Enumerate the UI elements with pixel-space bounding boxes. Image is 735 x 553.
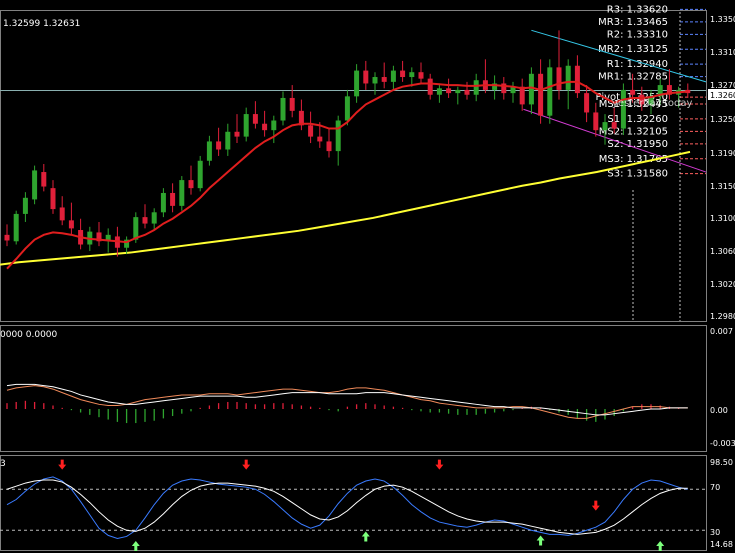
candle-body: [473, 80, 479, 95]
price-tick: 1.3310: [710, 48, 735, 57]
oscillator-header: 3: [0, 459, 6, 469]
candle-body: [381, 77, 387, 82]
candle-body: [197, 160, 203, 189]
candle-body: [565, 65, 571, 90]
pivot-label-ms2: MS2: 1.32105: [599, 126, 668, 137]
price-tick: 1.3100: [710, 214, 735, 223]
candle-body: [436, 88, 442, 95]
candle-body: [556, 67, 562, 90]
candle-body: [170, 192, 176, 206]
chart-canvas: R3: 1.33620MR3: 1.33465R2: 1.33310MR2: 1…: [0, 0, 735, 553]
candle-body: [271, 120, 277, 131]
price-tick: 1.3150: [710, 182, 735, 191]
candle-body: [243, 114, 249, 137]
session-label-today: today: [664, 98, 693, 109]
candle-body: [234, 131, 240, 137]
candle-body: [400, 70, 406, 78]
candle-body: [427, 78, 433, 95]
pivot-label-r1: R1: 1.32940: [607, 59, 668, 70]
candle-body: [528, 73, 534, 105]
candle-body: [584, 93, 590, 113]
candle-body: [390, 70, 396, 82]
macd-tick: 0.00: [710, 406, 728, 415]
candle-body: [574, 65, 580, 94]
price-tick: 1.3270: [710, 81, 735, 90]
candle-body: [446, 88, 452, 94]
candle-body: [630, 89, 636, 95]
bid-ask-readout: 1.32599 1.32631: [3, 19, 80, 29]
candle-body: [22, 197, 28, 214]
pivot-label-r2: R2: 1.33310: [607, 29, 668, 40]
candle-body: [68, 220, 74, 229]
macd-tick: -0.003: [710, 439, 735, 448]
candle-body: [519, 86, 525, 105]
candle-body: [418, 72, 424, 79]
candle-body: [142, 217, 148, 224]
candle-body: [308, 125, 314, 137]
price-tick: 1.3020: [710, 280, 735, 289]
osc-tick: 30: [710, 528, 720, 537]
candle-body: [602, 122, 608, 131]
candle-body: [289, 97, 295, 111]
candle-body: [4, 234, 10, 241]
candle-body: [133, 217, 139, 240]
candle-body: [354, 70, 360, 97]
candle-body: [464, 89, 470, 95]
candle-body: [335, 120, 341, 152]
candle-body: [13, 213, 19, 242]
candle-body: [409, 72, 415, 78]
pivot-label-r3: R3: 1.33620: [607, 4, 668, 15]
candle-body: [538, 73, 544, 116]
price-tick: 1.3250: [710, 115, 735, 124]
price-tick: 1.3190: [710, 149, 735, 158]
current-price-label: 1.3260: [710, 91, 735, 100]
candle-body: [344, 96, 350, 121]
candle-body: [59, 207, 65, 221]
candle-body: [611, 122, 617, 129]
pivot-label-mr3: MR3: 1.33465: [598, 17, 668, 28]
candle-body: [326, 141, 332, 152]
candle-body: [179, 180, 185, 206]
candle-body: [280, 97, 286, 121]
candle-body: [620, 89, 626, 129]
candle-body: [262, 123, 268, 131]
candle-body: [593, 112, 599, 131]
candle-body: [225, 131, 231, 150]
session-label-yesterday: yesterday: [612, 98, 662, 109]
macd-header: 0000 0.0000: [0, 330, 58, 340]
candle-body: [32, 170, 38, 200]
candle-body: [547, 67, 553, 116]
pivot-label-s3: S3: 1.31580: [607, 169, 668, 180]
osc-tick: 98.50: [710, 458, 733, 467]
candle-body: [160, 192, 166, 213]
candle-body: [188, 180, 194, 189]
osc-tick: 14.68: [710, 540, 733, 549]
candle-body: [252, 114, 258, 124]
price-tick: 1.3060: [710, 247, 735, 256]
candle-body: [151, 212, 157, 224]
candle-body: [317, 136, 323, 142]
candle-body: [216, 141, 222, 150]
price-tick: 1.3350: [710, 15, 735, 24]
candle-body: [455, 89, 461, 94]
candle-body: [41, 172, 47, 187]
candle-body: [372, 77, 378, 84]
macd-tick: 0.007: [710, 327, 733, 336]
candle-body: [363, 70, 369, 84]
candle-body: [206, 141, 212, 161]
candle-body: [50, 188, 56, 210]
price-tick: 1.2980: [710, 312, 735, 321]
osc-tick: 70: [710, 483, 720, 492]
